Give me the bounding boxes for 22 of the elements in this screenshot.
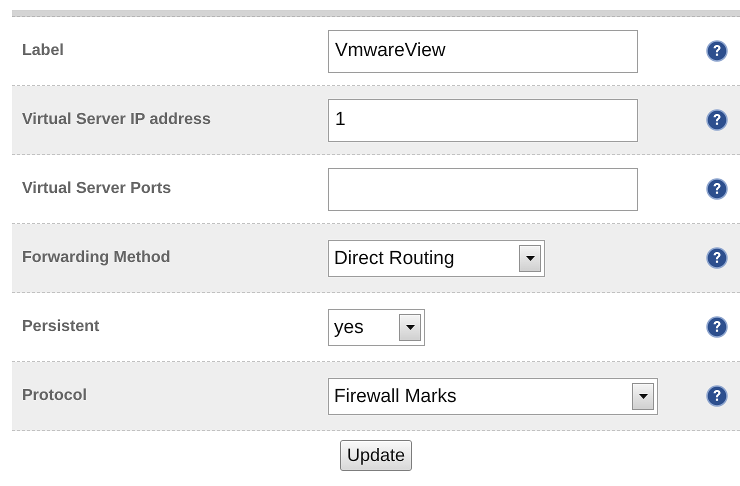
dropdown[interactable]: Firewall Marks: [328, 378, 658, 414]
field-label: Persistent: [21, 317, 100, 337]
update-button[interactable]: Update: [340, 440, 412, 471]
caret-icon: [526, 256, 534, 260]
help-icon[interactable]: [706, 40, 728, 62]
field-label: Virtual Server Ports: [21, 179, 172, 199]
help-icon[interactable]: [706, 178, 728, 200]
text-field[interactable]: [328, 168, 638, 210]
field-label: Protocol: [21, 386, 88, 406]
help-icon[interactable]: [706, 384, 728, 407]
caret-icon: [638, 394, 648, 398]
caret-icon: [406, 324, 414, 330]
text-field[interactable]: VmwareView: [328, 30, 638, 72]
dropdown[interactable]: yes: [328, 308, 425, 346]
help-icon[interactable]: [706, 246, 728, 269]
help-icon[interactable]: [706, 108, 728, 131]
help-icon[interactable]: [706, 316, 728, 338]
field-label: Label: [21, 41, 65, 61]
field-label: Virtual Server IP address: [21, 110, 212, 130]
field-label: Forwarding Method: [21, 248, 172, 268]
dropdown[interactable]: Direct Routing: [328, 240, 545, 276]
text-field[interactable]: 1: [328, 98, 638, 142]
